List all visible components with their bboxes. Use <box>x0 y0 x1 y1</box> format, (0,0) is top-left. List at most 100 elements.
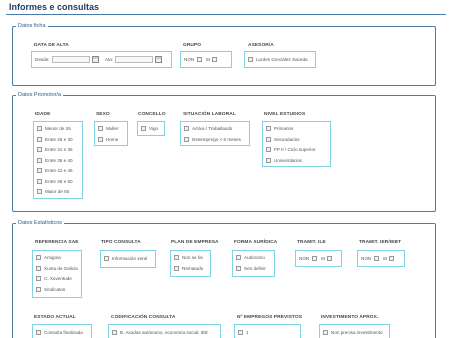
tramit-ier-non-checkbox[interactable] <box>373 256 379 262</box>
option-label: Universitarios <box>274 157 302 163</box>
checkbox[interactable] <box>36 276 41 282</box>
checkbox[interactable] <box>174 265 179 271</box>
checkbox[interactable] <box>266 147 271 153</box>
estado-title: ESTADO ACTUAL <box>34 315 76 320</box>
checkbox[interactable] <box>236 265 241 271</box>
checkbox[interactable] <box>37 157 42 163</box>
data-alta-title: DATA DE ALTA <box>34 43 69 48</box>
checkbox[interactable] <box>36 330 41 336</box>
option-label: Maior de 50 <box>45 189 70 194</box>
plan-box: Non se fai Rematado <box>170 250 211 277</box>
idade-option[interactable]: Entre 31 e 35 <box>37 147 73 153</box>
option-label: Amigo/a <box>44 255 61 260</box>
idade-option[interactable]: Menor de 26 <box>37 126 71 132</box>
investimento-title: INVESTIMENTO APROX. <box>321 315 379 320</box>
tipo-title: TIPO CONSULTA <box>101 240 141 245</box>
checkbox[interactable] <box>36 265 41 271</box>
checkbox[interactable] <box>248 57 253 63</box>
option-label: Non se fai <box>182 255 203 260</box>
estudios-option[interactable]: FP II / Ciclo superior <box>266 147 316 153</box>
grupo-box: NON SI <box>180 51 232 68</box>
checkbox[interactable] <box>174 255 179 261</box>
grupo-title: GRUPO <box>183 43 202 48</box>
tipo-option[interactable]: Información xeral <box>104 256 147 262</box>
sexo-option[interactable]: Muller <box>98 126 119 132</box>
ata-input[interactable] <box>115 56 154 63</box>
situacion-option[interactable]: Activa / Traballando <box>184 126 232 132</box>
codificacion-box: B. Axudas autónomo, economía social, IEE <box>108 324 221 338</box>
codificacion-option[interactable]: B. Axudas autónomo, economía social, IEE <box>112 330 208 336</box>
tramit-ile-box: NON SI <box>295 250 342 267</box>
estudios-box: Primarios Secundarios FP II / Ciclo supe… <box>262 121 331 167</box>
situacion-option[interactable]: Desemprego < 6 meses <box>184 137 241 143</box>
referencia-option[interactable]: Xunta de Galicia <box>36 266 78 272</box>
option-label: Entre 31 e 35 <box>45 147 73 152</box>
estudios-option[interactable]: Secundarios <box>266 137 300 143</box>
idade-box: Menor de 26 Entre 26 e 30 Entre 31 e 35 … <box>33 121 83 199</box>
checkbox[interactable] <box>37 178 42 184</box>
desde-label: Desde: <box>35 57 50 62</box>
grupo-non-checkbox[interactable] <box>196 57 202 63</box>
checkbox[interactable] <box>112 330 117 336</box>
checkbox[interactable] <box>266 157 271 163</box>
calendar-icon[interactable] <box>155 56 163 63</box>
checkbox[interactable] <box>323 330 328 336</box>
asesor-title: ASESOR/A <box>248 43 274 48</box>
checkbox[interactable] <box>238 330 243 336</box>
checkbox[interactable] <box>98 136 103 142</box>
plan-option[interactable]: Rematado <box>174 266 203 272</box>
option-label: Primarios <box>274 126 294 131</box>
idade-option[interactable]: Entre 26 e 30 <box>37 137 73 143</box>
idade-option[interactable]: Entre 46 e 50 <box>37 179 73 185</box>
tramit-ier-si-label: SI <box>382 256 388 261</box>
checkbox[interactable] <box>37 147 42 153</box>
tramit-ier-si-checkbox[interactable] <box>389 256 395 262</box>
referencia-option[interactable]: Amigo/a <box>36 255 61 261</box>
calendar-icon[interactable] <box>91 56 99 63</box>
tramit-ile-non-label: NON <box>299 256 310 261</box>
tramit-ile-non-checkbox[interactable] <box>311 256 317 262</box>
tramit-ile-si-checkbox[interactable] <box>327 256 333 262</box>
checkbox[interactable] <box>37 126 42 132</box>
checkbox[interactable] <box>37 189 42 195</box>
empregos-title: Nº EMPREGOS PREVISTOS <box>237 315 303 320</box>
investimento-option[interactable]: Non precisa investimento <box>323 330 383 336</box>
checkbox[interactable] <box>36 286 41 292</box>
grupo-si-checkbox[interactable] <box>212 57 218 63</box>
sexo-box: Muller Home <box>94 121 128 146</box>
forma-option[interactable]: Autónomo <box>236 255 265 261</box>
data-alta-box: Desde: Ata: <box>31 51 172 68</box>
tramit-ile-si-label: SI <box>320 256 326 261</box>
checkbox[interactable] <box>104 256 109 262</box>
checkbox[interactable] <box>98 126 103 132</box>
empregos-option[interactable]: 1 <box>238 330 249 336</box>
option-label: 1 <box>246 330 249 335</box>
idade-option[interactable]: Maior de 50 <box>37 189 69 195</box>
checkbox[interactable] <box>266 136 271 142</box>
referencia-option[interactable]: Sindicatos <box>36 287 65 293</box>
idade-option[interactable]: Entre 41 e 45 <box>37 168 73 174</box>
estado-option[interactable]: Consulta finalizada <box>36 330 83 336</box>
forma-option[interactable]: Sen definir <box>236 266 266 272</box>
checkbox[interactable] <box>36 255 41 261</box>
checkbox[interactable] <box>141 126 146 132</box>
plan-option[interactable]: Non se fai <box>174 255 203 261</box>
checkbox[interactable] <box>266 126 271 132</box>
option-label: Muller <box>106 126 119 131</box>
referencia-option[interactable]: C. Xuventude <box>36 276 72 282</box>
estado-box: Consulta finalizada <box>32 324 92 338</box>
idade-option[interactable]: Entre 36 e 40 <box>37 158 73 164</box>
sexo-option[interactable]: Home <box>98 137 118 143</box>
option-label: Entre 46 e 50 <box>45 178 73 184</box>
checkbox[interactable] <box>37 136 42 142</box>
datos-ficha-legend: Datos ficha <box>18 23 46 29</box>
estudios-option[interactable]: Primarios <box>266 126 293 132</box>
checkbox[interactable] <box>37 168 42 174</box>
asesor-option[interactable]: Lurdes Gonzalez Saceda <box>248 57 308 63</box>
checkbox[interactable] <box>184 126 189 132</box>
estudios-option[interactable]: Universitarios <box>266 158 302 164</box>
checkbox[interactable] <box>236 255 241 261</box>
desde-input[interactable] <box>51 56 90 63</box>
concello-option[interactable]: Vigo <box>141 126 158 132</box>
checkbox[interactable] <box>184 136 189 142</box>
